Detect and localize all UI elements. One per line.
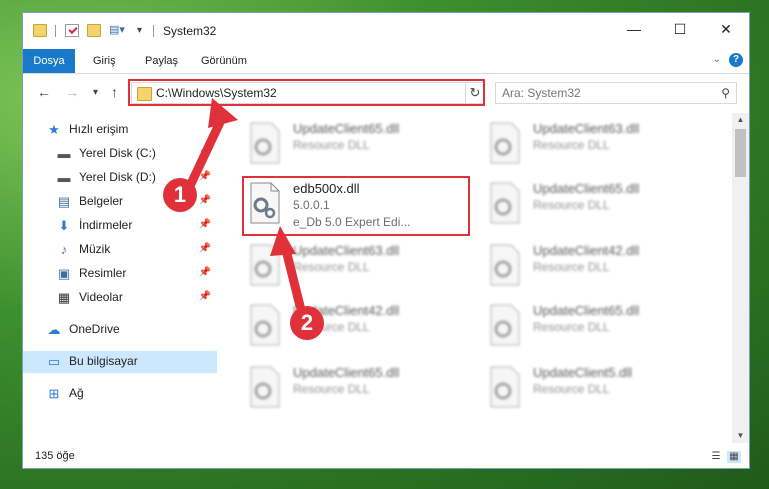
annotation-arrows — [185, 98, 305, 311]
step-marker-1: 1 — [163, 178, 197, 212]
step-marker-2: 2 — [290, 306, 324, 340]
